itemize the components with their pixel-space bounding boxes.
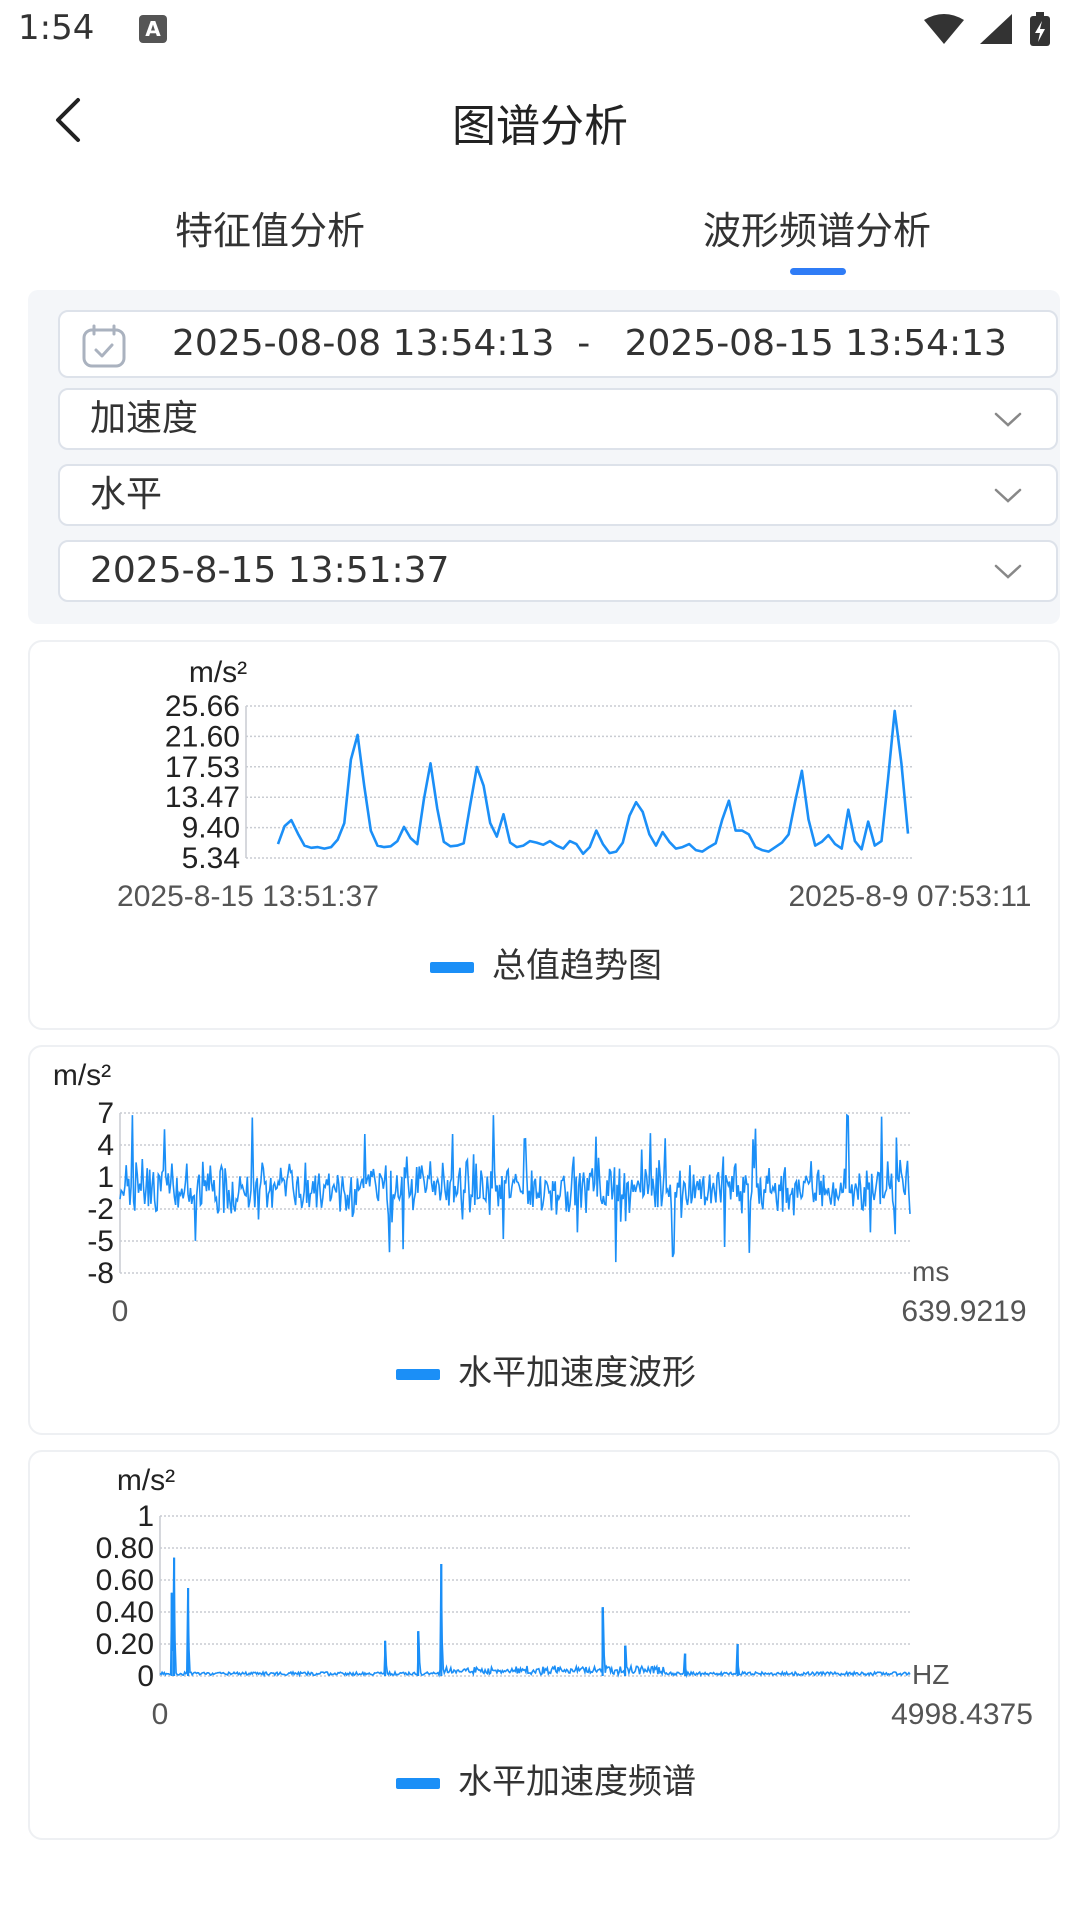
x-tick-label-start: 2025-8-15 13:51:37 [117,880,379,913]
y-tick-label: 0.20 [96,1628,154,1661]
x-tick-label-end: 639.9219 [901,1295,1026,1328]
y-tick-label: 7 [97,1097,114,1130]
date-range-picker[interactable]: 2025-08-08 13:54:13 - 2025-08-15 13:54:1… [58,310,1058,378]
x-tick-label-end: 4998.4375 [891,1698,1033,1731]
status-bar: 1:54 A [0,0,1080,60]
y-tick-label: 4 [97,1129,114,1162]
x-unit-label: HZ [912,1659,949,1690]
y-tick-label: 17.53 [165,751,240,784]
waveform-legend[interactable]: 水平加速度波形 [30,1345,1058,1394]
y-tick-label: 0 [137,1660,154,1693]
trend-chart: m/s²25.6621.6017.5313.479.405.34 2025-8-1… [117,656,1032,913]
chevron-down-icon [994,564,1022,579]
chevron-down-icon [994,488,1022,503]
x-tick-label-start: 0 [112,1295,129,1328]
date-start[interactable]: 2025-08-08 13:54:13 [172,323,554,364]
waveform-series-line [119,1113,911,1263]
sample-time-value: 2025-8-15 13:51:37 [90,550,450,591]
y-unit-label: m/s² [117,1464,175,1497]
battery-icon [1030,12,1050,46]
date-range-text: 2025-08-08 13:54:13 - 2025-08-15 13:54:1… [172,312,1007,376]
legend-swatch [396,1369,440,1380]
spectrum-chart: m/s²10.800.600.400.2000 4998.4375HZ [96,1464,1033,1731]
direction-value: 水平 [90,474,163,515]
legend-label: 水平加速度频谱 [458,1762,696,1802]
y-tick-label: 0.80 [96,1532,154,1565]
app-bar: 图谱分析 [0,60,1080,180]
y-tick-label: 1 [137,1500,154,1533]
y-tick-label: 5.34 [182,842,240,875]
x-unit-label: ms [912,1256,949,1287]
measure-value: 加速度 [90,398,199,439]
tab-waveform-spectrum[interactable]: 波形频谱分析 [617,200,1017,255]
trend-legend[interactable]: 总值趋势图 [30,938,1058,987]
notification-icon: A [139,15,167,43]
status-time: 1:54 [18,8,95,48]
signal-icon [980,14,1012,44]
y-tick-label: -5 [87,1225,114,1258]
x-tick-label-start: 0 [152,1698,169,1731]
sample-time-select[interactable]: 2025-8-15 13:51:37 [58,540,1058,602]
y-tick-label: 25.66 [165,690,240,723]
spectrum-legend[interactable]: 水平加速度频谱 [30,1754,1058,1803]
direction-select[interactable]: 水平 [58,464,1058,526]
spectrum-chart-card: m/s² 1 0.80 0.60 0.40 0.20 0 0 4998.4375 HZ 水平加速度… [28,1450,1060,1840]
legend-swatch [430,962,474,973]
y-tick-label: 9.40 [182,812,240,845]
spectrum-series-line [159,1557,911,1679]
y-tick-label: 1 [97,1161,114,1194]
y-tick-label: -2 [87,1193,114,1226]
date-separator: - [577,323,591,364]
calendar-icon [82,324,126,368]
y-tick-label: -8 [87,1257,114,1290]
status-icons [924,12,1050,46]
y-unit-label: m/s² [189,656,247,689]
y-tick-label: 21.60 [165,720,240,753]
legend-label: 水平加速度波形 [458,1353,696,1393]
wifi-icon [924,14,964,44]
trend-chart-card: m/s² 25.66 21.60 17.53 13.47 9.40 5.34 2025-8-1… [28,640,1060,1030]
y-tick-label: 0.40 [96,1596,154,1629]
x-tick-label-end: 2025-8-9 07:53:11 [789,880,1032,913]
y-tick-label: 0.60 [96,1564,154,1597]
measure-select[interactable]: 加速度 [58,388,1058,450]
waveform-chart-card: m/s² 7 4 1 -2 -5 -8 0 639.9219 ms 水平加速度波形 [28,1045,1060,1435]
legend-label: 总值趋势图 [492,946,662,986]
y-unit-label: m/s² [53,1059,111,1092]
chevron-down-icon [994,412,1022,427]
tab-bar: 特征值分析 波形频谱分析 [0,190,1080,290]
legend-swatch [396,1778,440,1789]
page-title: 图谱分析 [452,101,628,152]
trend-series-line [276,709,910,856]
date-end[interactable]: 2025-08-15 13:54:13 [625,323,1007,364]
filter-panel: 2025-08-08 13:54:13 - 2025-08-15 13:54:1… [28,290,1060,624]
waveform-chart: m/s² 741-2-5-8 0 639.9219 ms [53,1059,1027,1328]
active-tab-indicator [790,268,846,275]
tab-feature-analysis[interactable]: 特征值分析 [70,200,470,255]
y-tick-label: 13.47 [165,781,240,814]
